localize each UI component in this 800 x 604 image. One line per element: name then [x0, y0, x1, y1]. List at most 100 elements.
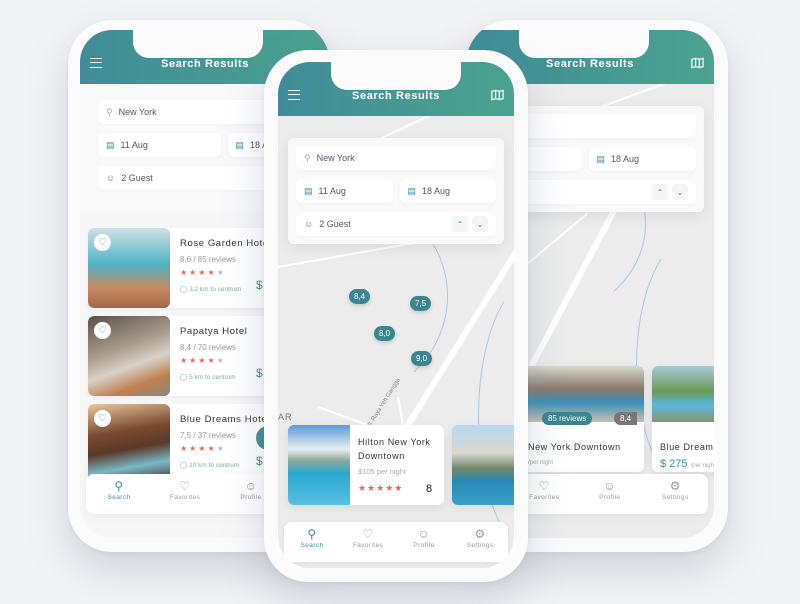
tab-label: Favorites	[529, 494, 560, 501]
location-pin-icon: ◯	[180, 462, 188, 469]
heart-icon[interactable]: ♡	[94, 234, 111, 251]
tab-favorites[interactable]: ♡ Favorites	[152, 474, 218, 514]
star-rating: ★★★★★	[180, 444, 226, 453]
notch	[133, 30, 263, 58]
guest-value: 2 Guest	[121, 173, 153, 183]
hotel-name: Blue Dreams	[660, 442, 714, 452]
calendar-icon: ▤	[235, 139, 245, 150]
tab-label: Profile	[240, 494, 262, 501]
distance-text: 3,2 km to centrum	[189, 286, 242, 293]
map-pin[interactable]: 7,5	[410, 296, 432, 311]
heart-icon[interactable]: ♡	[94, 410, 111, 427]
check-out-field[interactable]: ▤ 18 Aug	[399, 179, 496, 203]
chevron-down-icon[interactable]: ⌄	[472, 216, 488, 232]
tab-settings[interactable]: ⚙Settings	[643, 474, 709, 514]
search-icon: ⚲	[114, 479, 124, 493]
tab-label: Favorites	[169, 494, 201, 501]
tab-favorites[interactable]: ♡ Favorites	[340, 522, 396, 562]
map-icon[interactable]	[491, 89, 504, 101]
hotel-distance: ◯ 5 km to centrum	[180, 373, 236, 381]
tab-label: Settings	[661, 494, 689, 501]
tab-label: Search	[300, 542, 324, 549]
tab-bar: ⚲Search ♡Favorites ☺Profile ⚙Settings	[284, 522, 508, 562]
hotel-card[interactable]: 85 reviews 8,4 New York Downtown /per ni…	[518, 366, 644, 472]
check-out-value: 18 Aug	[611, 154, 640, 164]
check-in-field[interactable]: ▤ 11 Aug	[296, 179, 393, 203]
hotel-price: $ 275 /per night	[660, 458, 714, 470]
user-icon: ☺	[106, 173, 116, 183]
map-pin[interactable]: 9,0	[411, 351, 433, 366]
check-in-value: 11 Aug	[120, 140, 148, 150]
hotel-price: $	[256, 278, 263, 292]
tab-label: Profile	[413, 542, 435, 549]
check-in-value: 11 Aug	[318, 186, 346, 196]
search-icon: ⚲	[106, 106, 113, 117]
hotel-image	[652, 366, 714, 422]
gear-icon: ⚙	[669, 479, 681, 493]
price-value: $ 275	[660, 458, 688, 470]
hotel-image	[288, 425, 350, 505]
hotel-card[interactable]	[452, 425, 514, 505]
distance-text: 10 km to centrum	[189, 462, 240, 469]
location-value: New York	[316, 153, 355, 163]
check-in-field[interactable]: ▤ 11 Aug	[98, 133, 221, 157]
location-input[interactable]: ⚲ New York	[296, 146, 496, 170]
map-icon[interactable]	[691, 57, 704, 69]
guest-field[interactable]: ☺ 2 Guest ⌃ ⌄	[296, 212, 496, 236]
search-panel: ⚲ New York ▤ 11 Aug ▤ 18 Aug ☺ 2 Guest ⌃ ⌄	[288, 138, 504, 244]
tab-search[interactable]: ⚲Search	[86, 474, 152, 514]
hotel-reviews: 8,4 / 70 reviews	[180, 343, 237, 352]
tab-search[interactable]: ⚲Search	[284, 522, 340, 562]
user-icon: ☺	[603, 479, 617, 493]
hotel-price: $105 per night	[358, 467, 406, 476]
hotel-name: Papatya Hotel	[180, 326, 248, 337]
hotel-name: Blue Dreams Hotel	[180, 414, 270, 425]
phone-map-view: Jl. Raya Yeh Gangga AR Search Results ⚲ N…	[264, 50, 528, 582]
chevron-up-icon[interactable]: ⌃	[452, 216, 468, 232]
search-icon: ⚲	[307, 527, 317, 541]
check-out-field[interactable]: ▤ 18 Aug	[588, 147, 696, 171]
hotel-name: Hilton New York Downtown	[358, 437, 431, 461]
chevron-up-icon[interactable]: ⌃	[652, 184, 668, 200]
calendar-icon: ▤	[596, 153, 606, 164]
hotel-name: New York Downtown	[528, 442, 621, 452]
screen: Jl. Raya Yeh Gangga AR Search Results ⚲ N…	[278, 62, 514, 568]
star-rating: ★★★★★	[180, 356, 226, 365]
heart-icon[interactable]: ♡	[94, 322, 111, 339]
hotel-image	[452, 425, 514, 505]
reviews-badge: 85 reviews	[542, 412, 593, 425]
hotel-price: $	[256, 454, 263, 468]
search-icon: ⚲	[304, 152, 311, 163]
star-rating: ★★★★★	[358, 483, 404, 493]
chevron-down-icon[interactable]: ⌄	[672, 184, 688, 200]
tab-label: Settings	[466, 542, 494, 549]
score-badge: 8,4	[614, 412, 638, 425]
hotel-reviews: 8,6 / 85 reviews	[180, 255, 237, 264]
heart-icon: ♡	[362, 527, 374, 541]
hotel-distance: ◯ 3,2 km to centrum	[180, 285, 241, 293]
tab-label: Search	[107, 494, 131, 501]
hotel-distance: ◯ 10 km to centrum	[180, 461, 239, 469]
hotel-card[interactable]: Blue Dreams $ 275 /per night	[652, 366, 714, 472]
notch	[519, 30, 649, 58]
tab-profile[interactable]: ☺ Profile	[396, 522, 452, 562]
gear-icon: ⚙	[474, 527, 486, 541]
tab-profile[interactable]: ☺ Profile	[577, 474, 643, 514]
page-title: Search Results	[352, 90, 440, 102]
calendar-icon: ▤	[304, 185, 313, 196]
hotel-reviews: 7,5 / 37 reviews	[180, 431, 237, 440]
map-pin[interactable]: 8,4	[349, 289, 371, 304]
map-pin[interactable]: 8,0	[374, 326, 396, 341]
price-per: /per night	[528, 460, 554, 466]
user-icon: ☺	[417, 527, 431, 541]
location-pin-icon: ◯	[180, 286, 188, 293]
location-pin-icon: ◯	[180, 374, 188, 381]
hotel-price: $	[256, 366, 263, 380]
hotel-card[interactable]: Hilton New York Downtown $105 per night …	[288, 425, 444, 505]
tab-settings[interactable]: ⚙Settings	[452, 522, 508, 562]
price-per: /per night	[690, 463, 714, 469]
notch	[331, 62, 461, 90]
area-label: AR	[278, 412, 293, 422]
star-rating: ★★★★★	[180, 268, 226, 277]
tab-label: Profile	[599, 494, 621, 501]
